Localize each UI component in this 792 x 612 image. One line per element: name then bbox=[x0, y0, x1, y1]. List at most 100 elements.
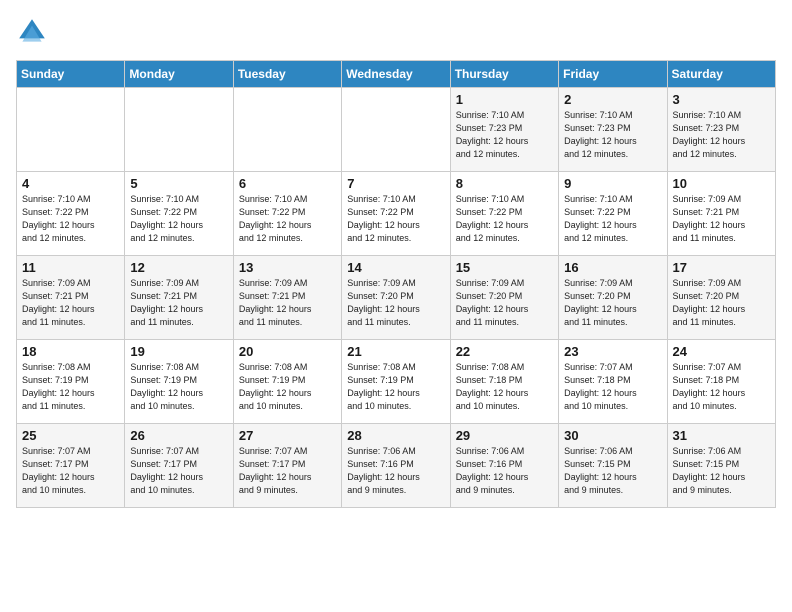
day-info: Sunrise: 7:10 AM Sunset: 7:22 PM Dayligh… bbox=[456, 193, 553, 245]
day-info: Sunrise: 7:07 AM Sunset: 7:17 PM Dayligh… bbox=[239, 445, 336, 497]
day-info: Sunrise: 7:10 AM Sunset: 7:22 PM Dayligh… bbox=[130, 193, 227, 245]
calendar-cell bbox=[342, 88, 450, 172]
logo bbox=[16, 16, 52, 48]
calendar-cell: 1Sunrise: 7:10 AM Sunset: 7:23 PM Daylig… bbox=[450, 88, 558, 172]
calendar-cell: 3 Sunrise: 7:10 AM Sunset: 7:23 PM Daylig… bbox=[667, 88, 775, 172]
day-number: 13 bbox=[239, 260, 336, 275]
day-info: Sunrise: 7:08 AM Sunset: 7:19 PM Dayligh… bbox=[22, 361, 119, 413]
calendar-cell bbox=[17, 88, 125, 172]
day-number: 5 bbox=[130, 176, 227, 191]
day-info: Sunrise: 7:09 AM Sunset: 7:21 PM Dayligh… bbox=[239, 277, 336, 329]
calendar-cell: 13 Sunrise: 7:09 AM Sunset: 7:21 PM Dayli… bbox=[233, 256, 341, 340]
day-info: Sunrise: 7:08 AM Sunset: 7:18 PM Dayligh… bbox=[456, 361, 553, 413]
day-info: Sunrise: 7:07 AM Sunset: 7:18 PM Dayligh… bbox=[673, 361, 770, 413]
day-number: 7 bbox=[347, 176, 444, 191]
calendar-cell: 22 Sunrise: 7:08 AM Sunset: 7:18 PM Dayli… bbox=[450, 340, 558, 424]
day-number: 20 bbox=[239, 344, 336, 359]
day-number: 3 bbox=[673, 92, 770, 107]
day-info: Sunrise: 7:07 AM Sunset: 7:18 PM Dayligh… bbox=[564, 361, 661, 413]
calendar-cell: 10 Sunrise: 7:09 AM Sunset: 7:21 PM Dayli… bbox=[667, 172, 775, 256]
day-number: 26 bbox=[130, 428, 227, 443]
calendar-cell: 30Sunrise: 7:06 AM Sunset: 7:15 PM Dayli… bbox=[559, 424, 667, 508]
day-info: Sunrise: 7:09 AM Sunset: 7:20 PM Dayligh… bbox=[347, 277, 444, 329]
day-header-monday: Monday bbox=[125, 61, 233, 88]
page-header bbox=[16, 16, 776, 48]
day-number: 10 bbox=[673, 176, 770, 191]
calendar-cell: 31Sunrise: 7:06 AM Sunset: 7:15 PM Dayli… bbox=[667, 424, 775, 508]
calendar-cell: 20 Sunrise: 7:08 AM Sunset: 7:19 PM Dayli… bbox=[233, 340, 341, 424]
calendar-cell: 7 Sunrise: 7:10 AM Sunset: 7:22 PM Daylig… bbox=[342, 172, 450, 256]
day-info: Sunrise: 7:06 AM Sunset: 7:15 PM Dayligh… bbox=[564, 445, 661, 497]
day-info: Sunrise: 7:10 AM Sunset: 7:23 PM Dayligh… bbox=[456, 109, 553, 161]
day-header-friday: Friday bbox=[559, 61, 667, 88]
day-header-tuesday: Tuesday bbox=[233, 61, 341, 88]
day-number: 2 bbox=[564, 92, 661, 107]
calendar-cell: 5 Sunrise: 7:10 AM Sunset: 7:22 PM Daylig… bbox=[125, 172, 233, 256]
calendar-cell: 16 Sunrise: 7:09 AM Sunset: 7:20 PM Dayli… bbox=[559, 256, 667, 340]
day-number: 27 bbox=[239, 428, 336, 443]
day-header-thursday: Thursday bbox=[450, 61, 558, 88]
calendar-cell: 14 Sunrise: 7:09 AM Sunset: 7:20 PM Dayli… bbox=[342, 256, 450, 340]
calendar-cell: 9 Sunrise: 7:10 AM Sunset: 7:22 PM Daylig… bbox=[559, 172, 667, 256]
day-info: Sunrise: 7:10 AM Sunset: 7:22 PM Dayligh… bbox=[564, 193, 661, 245]
day-number: 23 bbox=[564, 344, 661, 359]
day-number: 9 bbox=[564, 176, 661, 191]
calendar-cell: 26Sunrise: 7:07 AM Sunset: 7:17 PM Dayli… bbox=[125, 424, 233, 508]
day-number: 24 bbox=[673, 344, 770, 359]
day-number: 8 bbox=[456, 176, 553, 191]
day-info: Sunrise: 7:10 AM Sunset: 7:22 PM Dayligh… bbox=[347, 193, 444, 245]
logo-icon bbox=[16, 16, 48, 48]
calendar-cell: 28 Sunrise: 7:06 AM Sunset: 7:16 PM Dayli… bbox=[342, 424, 450, 508]
day-number: 29 bbox=[456, 428, 553, 443]
day-info: Sunrise: 7:09 AM Sunset: 7:20 PM Dayligh… bbox=[673, 277, 770, 329]
calendar-cell: 8 Sunrise: 7:10 AM Sunset: 7:22 PM Daylig… bbox=[450, 172, 558, 256]
calendar-header-row: SundayMondayTuesdayWednesdayThursdayFrid… bbox=[17, 61, 776, 88]
day-info: Sunrise: 7:10 AM Sunset: 7:22 PM Dayligh… bbox=[22, 193, 119, 245]
calendar-cell: 18 Sunrise: 7:08 AM Sunset: 7:19 PM Dayli… bbox=[17, 340, 125, 424]
calendar-cell: 24 Sunrise: 7:07 AM Sunset: 7:18 PM Dayli… bbox=[667, 340, 775, 424]
day-number: 28 bbox=[347, 428, 444, 443]
day-number: 4 bbox=[22, 176, 119, 191]
calendar-cell: 2 Sunrise: 7:10 AM Sunset: 7:23 PM Daylig… bbox=[559, 88, 667, 172]
day-number: 14 bbox=[347, 260, 444, 275]
calendar-week-4: 18 Sunrise: 7:08 AM Sunset: 7:19 PM Dayli… bbox=[17, 340, 776, 424]
day-number: 25 bbox=[22, 428, 119, 443]
calendar-cell: 21Sunrise: 7:08 AM Sunset: 7:19 PM Dayli… bbox=[342, 340, 450, 424]
day-number: 12 bbox=[130, 260, 227, 275]
day-info: Sunrise: 7:08 AM Sunset: 7:19 PM Dayligh… bbox=[130, 361, 227, 413]
calendar-cell: 17 Sunrise: 7:09 AM Sunset: 7:20 PM Dayli… bbox=[667, 256, 775, 340]
calendar-cell: 11 Sunrise: 7:09 AM Sunset: 7:21 PM Dayli… bbox=[17, 256, 125, 340]
day-number: 16 bbox=[564, 260, 661, 275]
calendar-cell: 19 Sunrise: 7:08 AM Sunset: 7:19 PM Dayli… bbox=[125, 340, 233, 424]
day-number: 11 bbox=[22, 260, 119, 275]
day-info: Sunrise: 7:09 AM Sunset: 7:21 PM Dayligh… bbox=[22, 277, 119, 329]
day-info: Sunrise: 7:10 AM Sunset: 7:23 PM Dayligh… bbox=[673, 109, 770, 161]
day-number: 21 bbox=[347, 344, 444, 359]
day-info: Sunrise: 7:06 AM Sunset: 7:16 PM Dayligh… bbox=[456, 445, 553, 497]
day-number: 19 bbox=[130, 344, 227, 359]
day-info: Sunrise: 7:09 AM Sunset: 7:21 PM Dayligh… bbox=[673, 193, 770, 245]
calendar-cell: 23 Sunrise: 7:07 AM Sunset: 7:18 PM Dayli… bbox=[559, 340, 667, 424]
day-info: Sunrise: 7:08 AM Sunset: 7:19 PM Dayligh… bbox=[239, 361, 336, 413]
day-number: 17 bbox=[673, 260, 770, 275]
calendar-week-2: 4 Sunrise: 7:10 AM Sunset: 7:22 PM Daylig… bbox=[17, 172, 776, 256]
day-info: Sunrise: 7:10 AM Sunset: 7:23 PM Dayligh… bbox=[564, 109, 661, 161]
day-info: Sunrise: 7:09 AM Sunset: 7:21 PM Dayligh… bbox=[130, 277, 227, 329]
calendar-cell bbox=[233, 88, 341, 172]
day-info: Sunrise: 7:09 AM Sunset: 7:20 PM Dayligh… bbox=[564, 277, 661, 329]
calendar-cell: 6 Sunrise: 7:10 AM Sunset: 7:22 PM Daylig… bbox=[233, 172, 341, 256]
day-number: 6 bbox=[239, 176, 336, 191]
calendar-cell: 15Sunrise: 7:09 AM Sunset: 7:20 PM Dayli… bbox=[450, 256, 558, 340]
day-header-wednesday: Wednesday bbox=[342, 61, 450, 88]
day-info: Sunrise: 7:06 AM Sunset: 7:16 PM Dayligh… bbox=[347, 445, 444, 497]
calendar-cell: 29 Sunrise: 7:06 AM Sunset: 7:16 PM Dayli… bbox=[450, 424, 558, 508]
day-header-sunday: Sunday bbox=[17, 61, 125, 88]
day-info: Sunrise: 7:07 AM Sunset: 7:17 PM Dayligh… bbox=[22, 445, 119, 497]
calendar-week-1: 1Sunrise: 7:10 AM Sunset: 7:23 PM Daylig… bbox=[17, 88, 776, 172]
calendar-cell: 4 Sunrise: 7:10 AM Sunset: 7:22 PM Daylig… bbox=[17, 172, 125, 256]
day-number: 18 bbox=[22, 344, 119, 359]
calendar-cell: 12 Sunrise: 7:09 AM Sunset: 7:21 PM Dayli… bbox=[125, 256, 233, 340]
day-number: 22 bbox=[456, 344, 553, 359]
calendar-cell: 25 Sunrise: 7:07 AM Sunset: 7:17 PM Dayli… bbox=[17, 424, 125, 508]
day-info: Sunrise: 7:10 AM Sunset: 7:22 PM Dayligh… bbox=[239, 193, 336, 245]
